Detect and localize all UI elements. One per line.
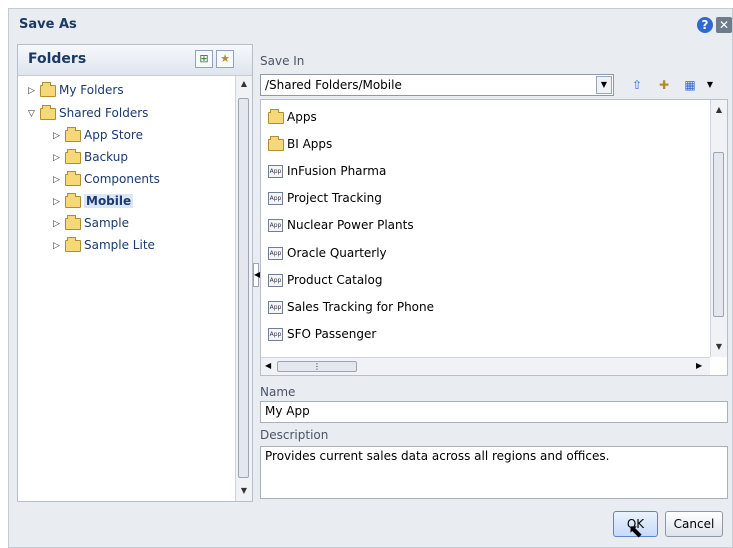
dialog-title: Save As bbox=[19, 17, 77, 32]
tree-item-label: Sample bbox=[84, 216, 129, 230]
list-item-label: Sales Tracking for Phone bbox=[287, 300, 435, 314]
tree-item-sample[interactable]: ▷ Sample bbox=[53, 213, 129, 233]
tree-item-label-selected: Mobile bbox=[84, 194, 134, 208]
cancel-button[interactable]: Cancel bbox=[665, 511, 723, 537]
scroll-down-icon[interactable]: ▼ bbox=[236, 486, 252, 495]
tree-item-label: Shared Folders bbox=[59, 106, 149, 120]
folders-scrollbar[interactable]: ▲ ▼ bbox=[235, 76, 252, 501]
tree-item-label: Sample Lite bbox=[84, 238, 155, 252]
list-item-label: Apps bbox=[287, 110, 317, 124]
tree-item-label: App Store bbox=[84, 128, 143, 142]
folder-icon bbox=[268, 108, 284, 124]
scroll-left-icon[interactable]: ◀ bbox=[265, 361, 271, 370]
tree-item-my-folders[interactable]: ▷ My Folders bbox=[28, 80, 124, 100]
chevron-down-icon[interactable]: ▼ bbox=[596, 76, 612, 94]
tree-item-label: Backup bbox=[84, 150, 128, 164]
tree-view-icon[interactable]: ⊞ bbox=[195, 50, 213, 68]
description-label: Description bbox=[260, 428, 329, 442]
list-item-sfo-passenger[interactable]: App SFO Passenger bbox=[268, 324, 376, 344]
app-icon: App bbox=[268, 274, 283, 287]
scroll-up-icon[interactable]: ▲ bbox=[711, 105, 727, 114]
file-list-hscrollbar[interactable]: ◀ ⋮ ▶ bbox=[261, 357, 710, 375]
file-list-vscrollbar[interactable]: ▲ ▼ bbox=[710, 100, 727, 357]
list-item-label: SFO Passenger bbox=[287, 327, 377, 341]
scrollbar-thumb[interactable] bbox=[713, 152, 724, 317]
list-item-product-catalog[interactable]: App Product Catalog bbox=[268, 270, 382, 290]
scroll-up-icon[interactable]: ▲ bbox=[236, 79, 252, 88]
scroll-right-icon[interactable]: ▶ bbox=[696, 361, 702, 370]
view-options-dropdown-icon[interactable]: ▼ bbox=[700, 75, 720, 95]
expand-icon[interactable]: ▷ bbox=[53, 192, 65, 212]
list-item-project-tracking[interactable]: App Project Tracking bbox=[268, 188, 382, 208]
expand-icon[interactable]: ▷ bbox=[53, 236, 65, 256]
tree-item-label: My Folders bbox=[59, 83, 124, 97]
folder-icon bbox=[40, 81, 56, 97]
folder-icon bbox=[65, 170, 81, 186]
expand-icon[interactable]: ▷ bbox=[53, 126, 65, 146]
list-item-sales-tracking[interactable]: App Sales Tracking for Phone bbox=[268, 297, 434, 317]
name-label: Name bbox=[260, 385, 296, 399]
new-folder-icon[interactable]: ✚ bbox=[654, 75, 674, 95]
panel-splitter[interactable]: ◀ bbox=[253, 263, 260, 287]
collapse-icon[interactable]: ▽ bbox=[28, 104, 40, 124]
view-options-icon[interactable]: ▦ bbox=[680, 75, 700, 95]
folder-icon bbox=[65, 236, 81, 252]
folder-icon bbox=[65, 126, 81, 142]
folder-tree: ▷ My Folders ▽ Shared Folders ▷ App Store ▷… bbox=[18, 76, 234, 501]
close-icon[interactable]: ✕ bbox=[716, 17, 732, 33]
folder-icon bbox=[65, 192, 81, 208]
list-item-label: Oracle Quarterly bbox=[287, 246, 387, 260]
list-item-bi-apps[interactable]: BI Apps bbox=[268, 134, 332, 154]
save-in-label: Save In bbox=[260, 54, 305, 68]
app-icon: App bbox=[268, 192, 283, 205]
expand-icon[interactable]: ▷ bbox=[53, 148, 65, 168]
tree-item-app-store[interactable]: ▷ App Store bbox=[53, 125, 143, 145]
description-textarea[interactable]: Provides current sales data across all r… bbox=[260, 446, 728, 499]
tree-item-components[interactable]: ▷ Components bbox=[53, 169, 160, 189]
folder-icon bbox=[268, 135, 284, 151]
list-item-oracle-quarterly[interactable]: App Oracle Quarterly bbox=[268, 243, 387, 263]
list-item-nuclear-power-plants[interactable]: App Nuclear Power Plants bbox=[268, 215, 414, 235]
list-item-label: InFusion Pharma bbox=[287, 164, 387, 178]
app-icon: App bbox=[268, 328, 283, 341]
expand-icon[interactable]: ▷ bbox=[53, 214, 65, 234]
folders-panel: Folders ⊞ ★ ▷ My Folders ▽ Shared Folders … bbox=[17, 44, 253, 502]
list-item-apps[interactable]: Apps bbox=[268, 107, 317, 127]
folders-title: Folders bbox=[28, 51, 87, 67]
folder-icon bbox=[65, 148, 81, 164]
tree-item-label: Components bbox=[84, 172, 160, 186]
tree-item-mobile[interactable]: ▷ Mobile bbox=[53, 191, 134, 212]
list-item-label: BI Apps bbox=[287, 137, 333, 151]
file-list: Apps BI Apps App InFusion Pharma App Proje… bbox=[260, 99, 728, 376]
app-icon: App bbox=[268, 301, 283, 314]
help-icon[interactable]: ? bbox=[697, 17, 713, 33]
name-input[interactable]: My App bbox=[260, 401, 728, 423]
tree-item-shared-folders[interactable]: ▽ Shared Folders bbox=[28, 103, 148, 123]
list-item-label: Project Tracking bbox=[287, 191, 382, 205]
list-item-label: Nuclear Power Plants bbox=[287, 218, 414, 232]
open-folder-icon bbox=[40, 104, 56, 120]
scrollbar-thumb[interactable]: ⋮ bbox=[277, 361, 357, 372]
folder-icon bbox=[65, 214, 81, 230]
app-icon: App bbox=[268, 219, 283, 232]
expand-icon[interactable]: ▷ bbox=[28, 81, 40, 101]
mouse-cursor-icon: ⬉ bbox=[628, 521, 644, 542]
up-folder-icon[interactable]: ⇧ bbox=[627, 75, 647, 95]
tree-item-sample-lite[interactable]: ▷ Sample Lite bbox=[53, 235, 155, 255]
folders-header: Folders ⊞ ★ bbox=[18, 45, 252, 76]
scroll-down-icon[interactable]: ▼ bbox=[711, 342, 727, 351]
tree-item-backup[interactable]: ▷ Backup bbox=[53, 147, 128, 167]
list-item-label: Product Catalog bbox=[287, 273, 383, 287]
app-icon: App bbox=[268, 247, 283, 260]
list-item-infusion-pharma[interactable]: App InFusion Pharma bbox=[268, 161, 386, 181]
save-in-combobox[interactable]: /Shared Folders/Mobile ▼ bbox=[260, 74, 614, 96]
scrollbar-thumb[interactable] bbox=[238, 98, 249, 478]
save-in-value: /Shared Folders/Mobile bbox=[265, 78, 402, 92]
expand-icon[interactable]: ▷ bbox=[53, 170, 65, 190]
favorites-icon[interactable]: ★ bbox=[216, 50, 234, 68]
app-icon: App bbox=[268, 165, 283, 178]
